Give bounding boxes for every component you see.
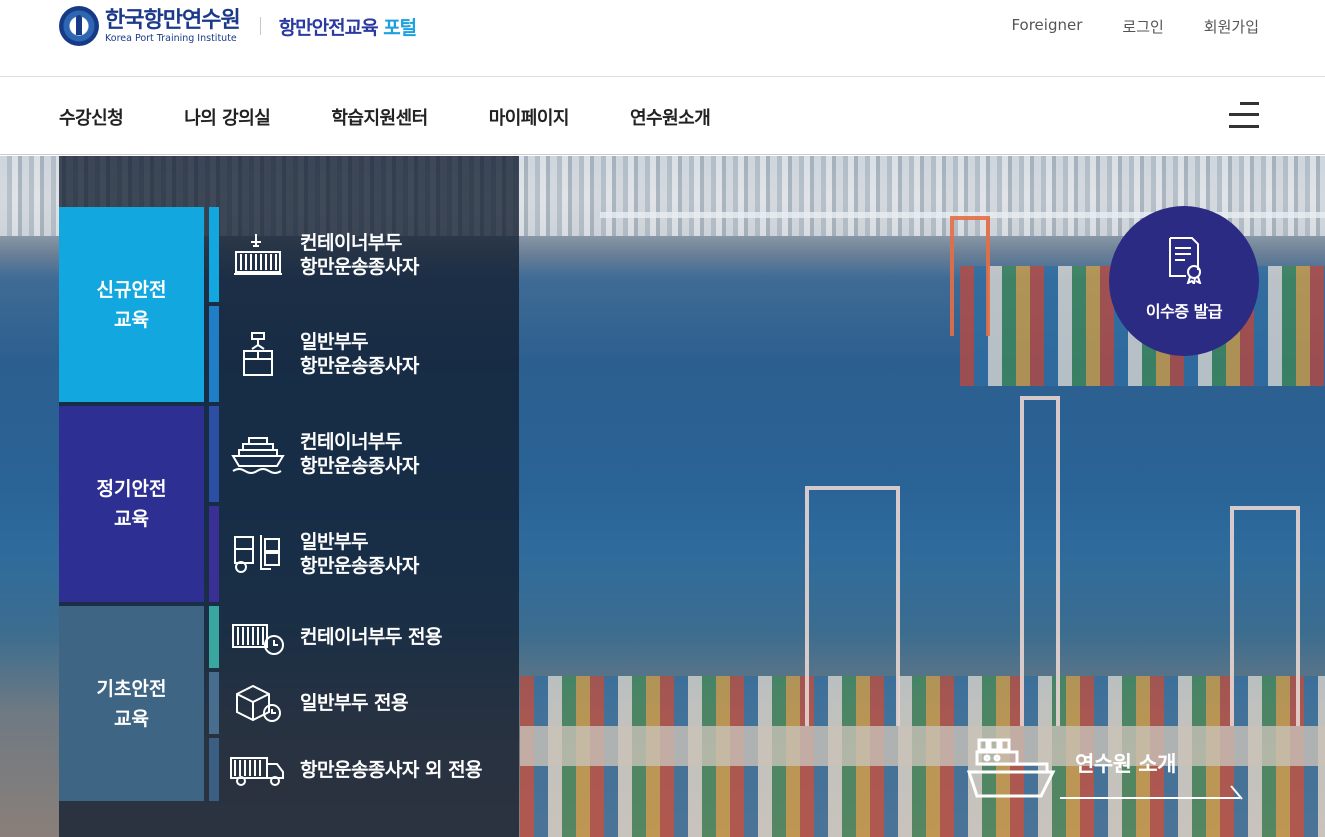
nav-items: 수강신청 나의 강의실 학습지원센터 마이페이지 연수원소개 (59, 104, 771, 130)
cargo-box-hook-icon (228, 329, 288, 379)
hero-banner: 신규안전 교육 정기안전 교육 기초안전 교육 컨테이너부두 항만운송종사자 일… (0, 156, 1325, 837)
category-regular-safety-education[interactable]: 정기안전 교육 (59, 406, 204, 602)
course-basic-container-terminal[interactable]: 컨테이너부두 전용 (209, 606, 520, 668)
course-bar (209, 406, 219, 502)
category-label: 신규안전 교육 (96, 278, 167, 331)
course-bar (209, 738, 219, 801)
course-label: 항만운송종사자 외 전용 (300, 758, 483, 781)
nav-item-my-classroom[interactable]: 나의 강의실 (184, 104, 271, 130)
hero-crane-2 (1020, 396, 1060, 726)
nav-item-enroll[interactable]: 수강신청 (59, 104, 124, 130)
foreigner-link[interactable]: Foreigner (1011, 16, 1082, 37)
portal-title-accent: 포털 (383, 16, 417, 39)
logo-text: 한국항만연수원 Korea Port Training Institute (105, 7, 241, 44)
hero-crane-4 (950, 216, 990, 336)
course-bar (209, 672, 219, 734)
course-bar (209, 207, 219, 302)
course-regular-general-terminal[interactable]: 일반부두 항만운송종사자 (209, 506, 520, 602)
course-label: 일반부두 전용 (300, 692, 409, 714)
portal-title-main: 항만안전교육 (278, 16, 384, 39)
course-basic-non-port-workers[interactable]: 항만운송종사자 외 전용 (209, 738, 520, 801)
container-crane-icon (228, 230, 288, 280)
main-nav: 수강신청 나의 강의실 학습지원센터 마이페이지 연수원소개 (0, 77, 1325, 155)
certificate-label: 이수증 발급 (1145, 302, 1223, 321)
logo-emblem-icon (59, 6, 99, 46)
login-link[interactable]: 로그인 (1122, 16, 1163, 37)
portal-title: 항만안전교육 포털 (278, 13, 417, 40)
course-label: 컨테이너부두 항만운송종사자 (300, 231, 419, 278)
category-basic-safety-education[interactable]: 기초안전 교육 (59, 606, 204, 801)
course-bar (209, 606, 219, 668)
certificate-issue-button[interactable]: 이수증 발급 (1109, 206, 1259, 356)
course-new-general-terminal[interactable]: 일반부두 항만운송종사자 (209, 306, 520, 402)
certificate-icon (1164, 236, 1204, 288)
container-clock-icon (228, 612, 288, 662)
container-ship-icon (228, 429, 288, 479)
course-label: 컨테이너부두 전용 (300, 626, 442, 648)
logo-divider (259, 17, 261, 35)
nav-item-learning-support[interactable]: 학습지원센터 (331, 104, 428, 130)
hero-crane-1 (805, 486, 900, 726)
category-new-safety-education[interactable]: 신규안전 교육 (59, 207, 204, 402)
top-bar: 한국항만연수원 Korea Port Training Institute 항만… (0, 0, 1325, 77)
truck-icon (228, 745, 288, 795)
about-label: 연수원 소개 (1075, 752, 1176, 776)
org-name: 한국항만연수원 (105, 7, 241, 33)
signup-link[interactable]: 회원가입 (1204, 16, 1259, 37)
menu-hamburger-icon[interactable] (1229, 100, 1259, 130)
forklift-icon (228, 529, 288, 579)
course-regular-container-terminal[interactable]: 컨테이너부두 항만운송종사자 (209, 406, 520, 502)
course-new-container-terminal[interactable]: 컨테이너부두 항만운송종사자 (209, 207, 520, 302)
course-bar (209, 306, 219, 402)
about-institute-button[interactable]: 연수원 소개 (965, 734, 1265, 804)
site-logo[interactable]: 한국항만연수원 Korea Port Training Institute 항만… (59, 6, 417, 46)
nav-item-mypage[interactable]: 마이페이지 (489, 104, 570, 130)
about-underline (1060, 797, 1240, 799)
ship-icon (965, 734, 1061, 804)
box-clock-icon (228, 678, 288, 728)
category-label: 기초안전 교육 (96, 677, 167, 730)
course-label: 일반부두 항만운송종사자 (300, 531, 419, 577)
org-name-en: Korea Port Training Institute (105, 32, 237, 44)
course-bar (209, 506, 219, 602)
course-label: 일반부두 항만운송종사자 (300, 331, 419, 377)
course-basic-general-terminal[interactable]: 일반부두 전용 (209, 672, 520, 734)
course-label: 컨테이너부두 항만운송종사자 (300, 431, 419, 477)
nav-item-about[interactable]: 연수원소개 (630, 104, 711, 130)
hero-crane-3 (1230, 506, 1300, 726)
category-label: 정기안전 교육 (96, 478, 167, 530)
utility-links: Foreigner 로그인 회원가입 (971, 16, 1259, 37)
